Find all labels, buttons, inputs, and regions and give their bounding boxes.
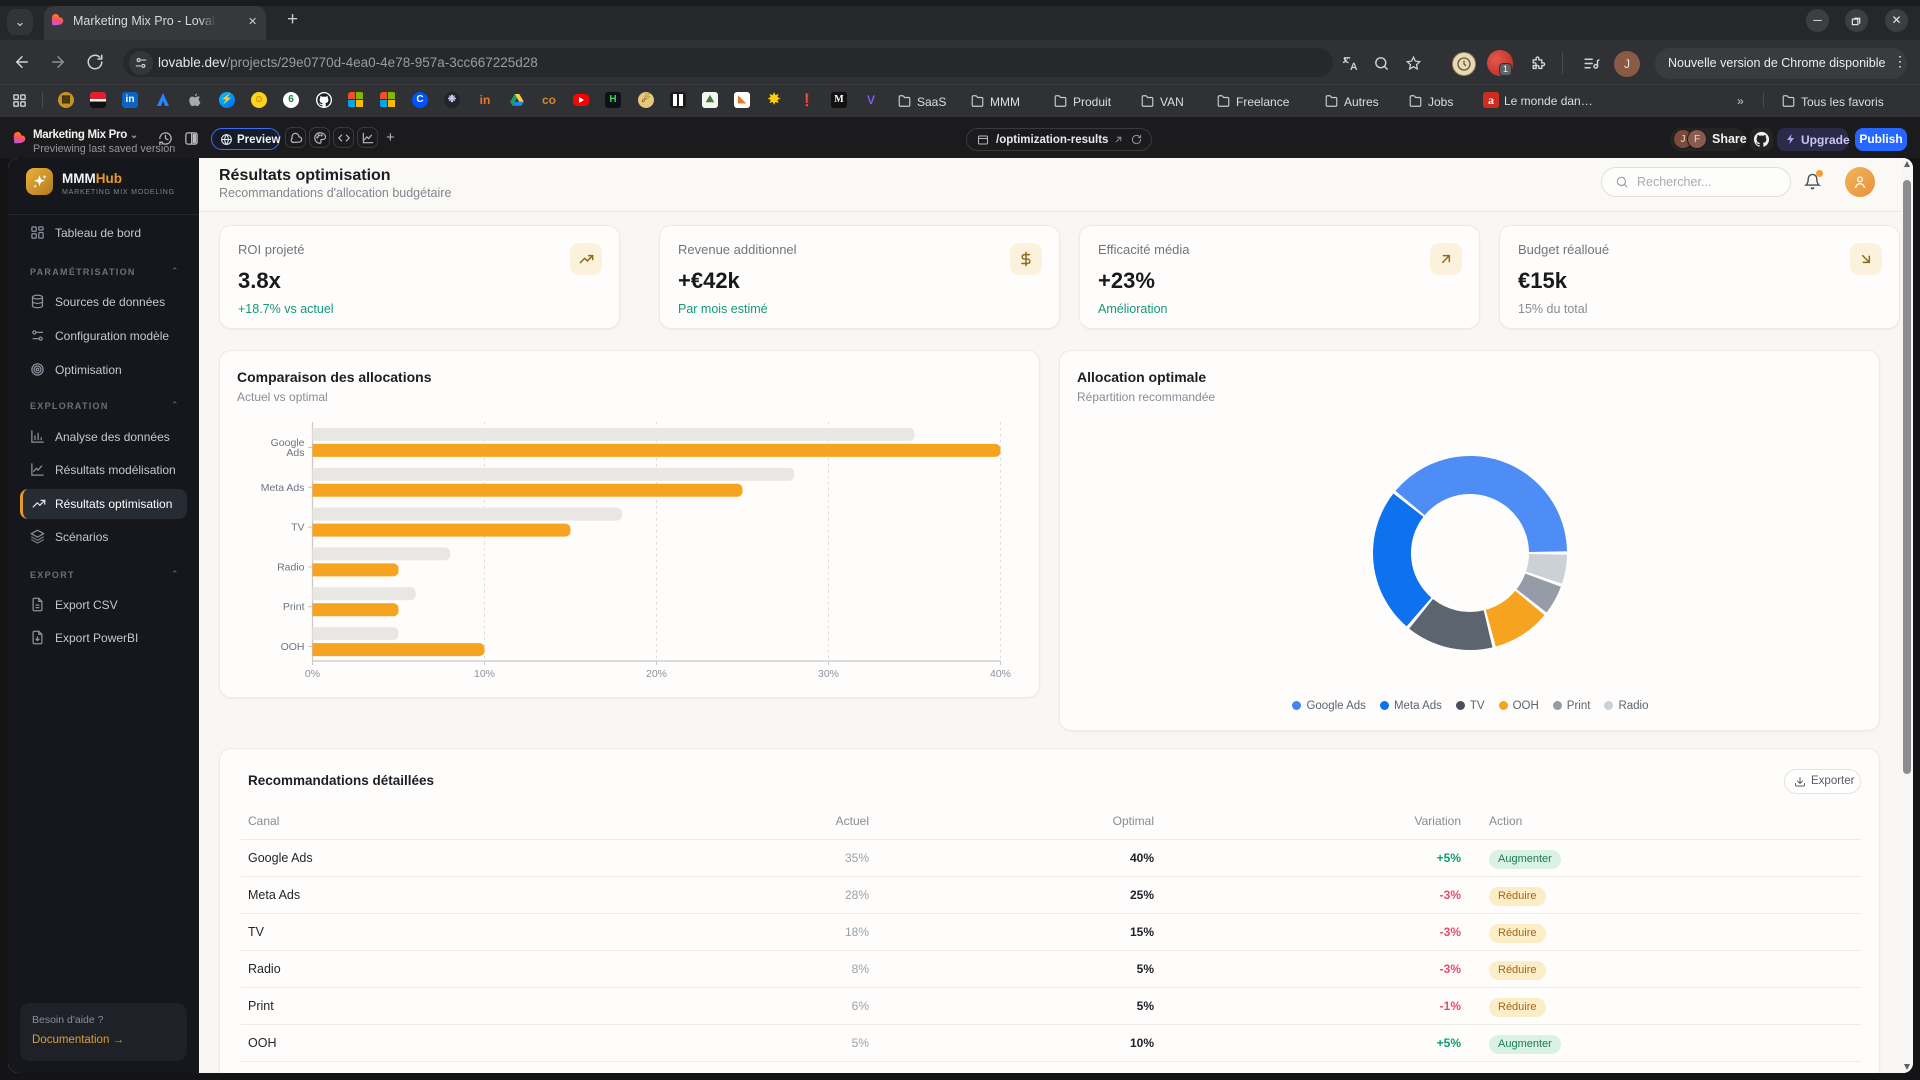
svg-text:Ads: Ads <box>286 447 304 459</box>
svg-text:20%: 20% <box>646 668 667 680</box>
svg-text:40%: 40% <box>990 668 1011 680</box>
svg-text:TV: TV <box>291 522 304 534</box>
svg-text:Print: Print <box>283 601 305 613</box>
svg-text:0%: 0% <box>305 668 320 680</box>
svg-text:OOH: OOH <box>281 641 305 653</box>
svg-text:Radio: Radio <box>277 561 305 573</box>
svg-text:30%: 30% <box>818 668 839 680</box>
svg-text:10%: 10% <box>474 668 495 680</box>
svg-text:Meta Ads: Meta Ads <box>261 482 305 494</box>
